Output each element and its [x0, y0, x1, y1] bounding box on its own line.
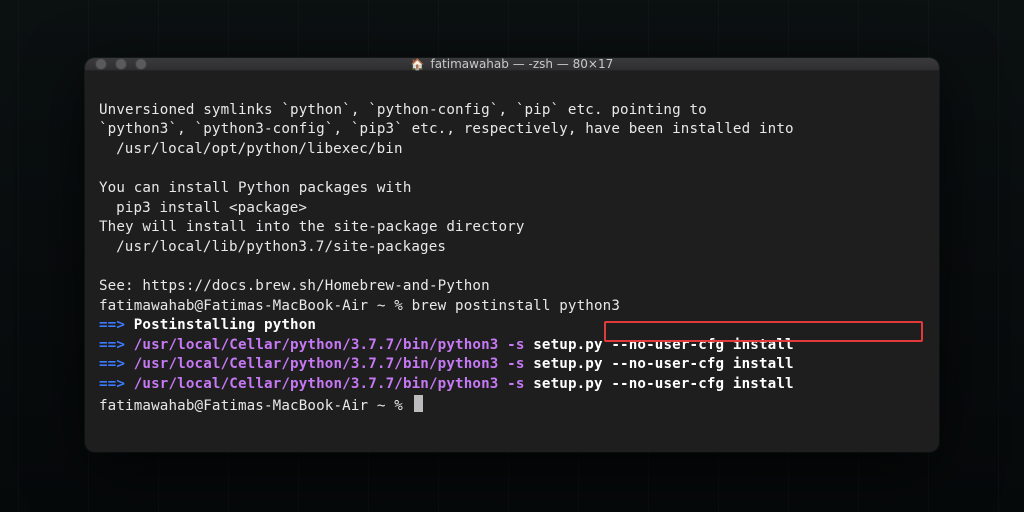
terminal-body[interactable]: Unversioned symlinks `python`, `python-c…	[85, 71, 939, 452]
brew-path: /usr/local/Cellar/python/3.7.7/bin/pytho…	[134, 376, 533, 392]
home-icon: 🏠	[411, 58, 425, 71]
cursor-icon	[414, 395, 423, 412]
output-line: Unversioned symlinks `python`, `python-c…	[99, 102, 707, 118]
title-text: fatimawahab — -zsh — 80×17	[430, 58, 613, 71]
brew-args: setup.py --no-user-cfg install	[533, 356, 794, 372]
brew-path: /usr/local/Cellar/python/3.7.7/bin/pytho…	[134, 356, 533, 372]
brew-args: setup.py --no-user-cfg install	[533, 337, 794, 353]
close-icon[interactable]	[95, 58, 107, 70]
command: brew postinstall python3	[412, 298, 620, 314]
zoom-icon[interactable]	[135, 58, 147, 70]
output-line: You can install Python packages with	[99, 180, 412, 196]
output-line: /usr/local/opt/python/libexec/bin	[116, 140, 403, 160]
brew-args: setup.py --no-user-cfg install	[533, 376, 794, 392]
brew-arrow-icon: ==>	[99, 376, 125, 392]
brew-path: /usr/local/Cellar/python/3.7.7/bin/pytho…	[134, 337, 533, 353]
output-line: See: https://docs.brew.sh/Homebrew-and-P…	[99, 278, 490, 294]
output-line: pip3 install <package>	[116, 199, 307, 219]
brew-arrow-icon: ==>	[99, 356, 125, 372]
output-line: `python3`, `python3-config`, `pip3` etc.…	[99, 121, 794, 137]
output-line: /usr/local/lib/python3.7/site-packages	[116, 238, 446, 258]
prompt: fatimawahab@Fatimas-MacBook-Air ~ %	[99, 398, 412, 414]
titlebar[interactable]: 🏠 fatimawahab — -zsh — 80×17	[85, 58, 939, 71]
terminal-window: 🏠 fatimawahab — -zsh — 80×17 Unversioned…	[85, 58, 939, 452]
prompt: fatimawahab@Fatimas-MacBook-Air ~ %	[99, 298, 412, 314]
minimize-icon[interactable]	[115, 58, 127, 70]
brew-step: Postinstalling python	[134, 317, 316, 333]
window-title: 🏠 fatimawahab — -zsh — 80×17	[85, 58, 939, 71]
window-controls	[95, 58, 147, 70]
brew-arrow-icon: ==>	[99, 317, 125, 333]
brew-arrow-icon: ==>	[99, 337, 125, 353]
output-line: They will install into the site-package …	[99, 219, 525, 235]
